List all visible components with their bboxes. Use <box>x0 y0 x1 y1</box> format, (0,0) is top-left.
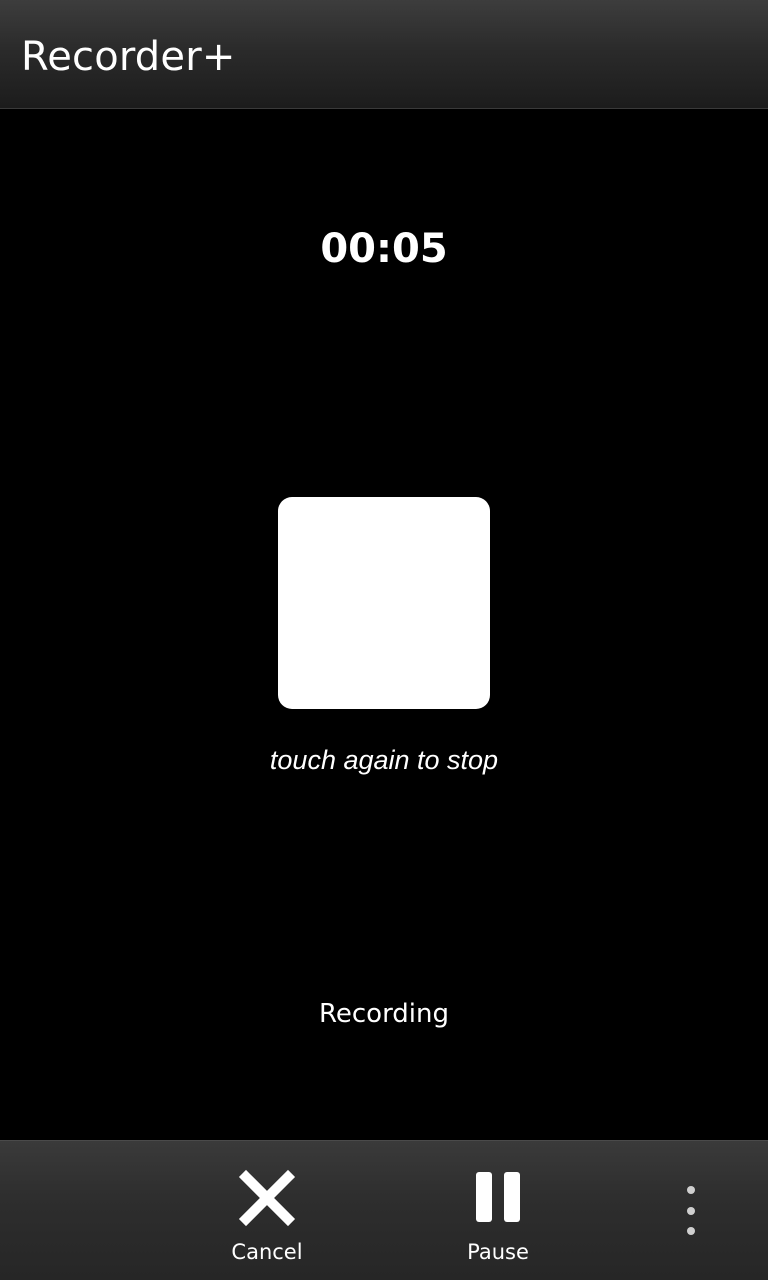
cancel-label: Cancel <box>231 1240 303 1264</box>
recording-status: Recording <box>318 999 450 1029</box>
pause-icon <box>476 1172 520 1222</box>
cancel-button[interactable]: Cancel <box>182 1141 352 1280</box>
pause-label: Pause <box>467 1240 529 1264</box>
pause-button[interactable]: Pause <box>413 1141 583 1280</box>
overflow-menu-button[interactable] <box>668 1160 714 1260</box>
overflow-dot <box>687 1186 695 1194</box>
overflow-dot <box>687 1227 695 1235</box>
overflow-dot <box>687 1207 695 1215</box>
stop-recording-button[interactable] <box>278 497 490 709</box>
title-bar: Recorder+ <box>0 0 768 109</box>
stop-hint: touch again to stop <box>269 745 499 775</box>
close-icon <box>238 1169 296 1227</box>
action-bar: Cancel Pause <box>0 1140 768 1280</box>
app-title: Recorder+ <box>21 34 236 80</box>
elapsed-time: 00:05 <box>320 226 448 272</box>
recorder-screen: Recorder+ 00:05 touch again to stop Reco… <box>0 0 768 1280</box>
